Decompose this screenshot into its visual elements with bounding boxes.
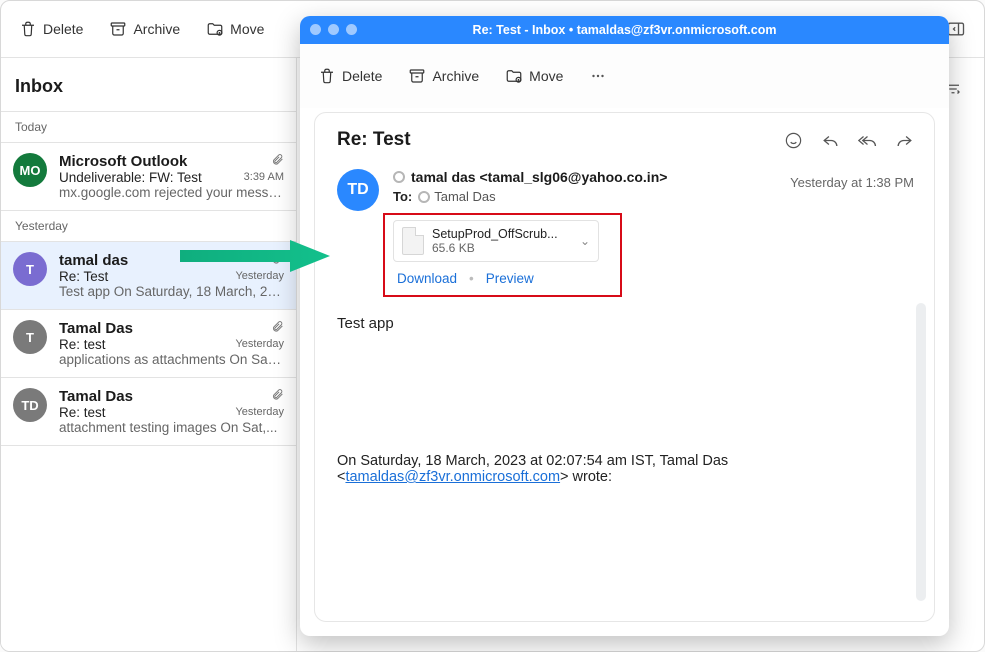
message-row[interactable]: TD Tamal Das Re: test attachment testing… [1, 378, 296, 446]
chevron-down-icon[interactable]: ⌄ [580, 234, 590, 248]
label: Delete [43, 21, 83, 37]
trash-icon [19, 20, 37, 38]
message-toolbar: Delete Archive Move [300, 44, 949, 108]
forward-icon[interactable] [895, 131, 914, 150]
presence-icon [418, 191, 430, 203]
timestamp: 3:39 AM [244, 171, 284, 183]
attachment-icon [235, 320, 284, 336]
separator: • [469, 271, 474, 286]
message-list: Inbox Today MO Microsoft Outlook Undeliv… [1, 58, 297, 652]
timestamp: Yesterday [235, 270, 284, 282]
message-row[interactable]: T Tamal Das Re: test applications as att… [1, 310, 296, 378]
move-button[interactable]: Move [505, 67, 563, 85]
file-icon [402, 227, 424, 255]
section-header-yesterday: Yesterday [1, 211, 296, 242]
preview-link[interactable]: Preview [486, 271, 534, 286]
reply-all-icon[interactable] [858, 131, 877, 150]
window-controls[interactable] [310, 24, 357, 35]
message-content: Re: Test TD tama [314, 112, 935, 622]
annotation-callout: SetupProd_OffScrub... 65.6 KB ⌄ Download… [383, 213, 622, 297]
archive-icon [109, 20, 127, 38]
move-button[interactable]: Move [206, 20, 264, 38]
window-titlebar[interactable]: Re: Test - Inbox • tamaldas@zf3vr.onmicr… [300, 16, 949, 44]
avatar: T [13, 320, 47, 354]
preview-text: Test app On Saturday, 18 March, 20... [59, 284, 282, 299]
message-window: Re: Test - Inbox • tamaldas@zf3vr.onmicr… [300, 16, 949, 636]
preview-text: applications as attachments On Sat,... [59, 352, 282, 367]
label: Archive [133, 21, 180, 37]
message-row[interactable]: MO Microsoft Outlook Undeliverable: FW: … [1, 143, 296, 211]
message-header: Re: Test [337, 129, 914, 151]
timestamp: Yesterday [235, 338, 284, 350]
move-folder-icon [505, 67, 523, 85]
label: Delete [342, 68, 382, 84]
message-body: Test app [337, 313, 856, 336]
avatar: MO [13, 153, 47, 187]
label: Move [529, 68, 563, 84]
avatar: TD [337, 169, 379, 211]
minimize-dot[interactable] [328, 24, 339, 35]
archive-button[interactable]: Archive [408, 67, 479, 85]
folder-title: Inbox [1, 58, 296, 112]
preview-text: attachment testing images On Sat,... [59, 420, 282, 435]
preview-text: mx.google.com rejected your messa... [59, 185, 282, 200]
reply-icon[interactable] [821, 131, 840, 150]
scrollbar[interactable] [916, 303, 926, 601]
attachment-name: SetupProd_OffScrub... [432, 227, 572, 241]
to-contact-chip[interactable]: Tamal Das [418, 189, 495, 204]
quoted-header: On Saturday, 18 March, 2023 at 02:07:54 … [337, 453, 856, 485]
sender-display: tamal das <tamal_slg06@yahoo.co.in> [411, 169, 667, 185]
archive-button[interactable]: Archive [109, 20, 180, 38]
close-dot[interactable] [310, 24, 321, 35]
attachment-icon [235, 388, 284, 404]
attachment-icon [235, 252, 284, 268]
trash-icon [318, 67, 336, 85]
more-icon[interactable] [589, 67, 607, 85]
attachment-icon [244, 153, 284, 169]
message-row[interactable]: T tamal das Re: Test Test app On Saturda… [1, 242, 296, 310]
panel-toggle-icon[interactable] [946, 19, 966, 39]
timestamp: Yesterday [235, 406, 284, 418]
delete-button[interactable]: Delete [318, 67, 382, 85]
zoom-dot[interactable] [346, 24, 357, 35]
section-header-today: Today [1, 112, 296, 143]
download-link[interactable]: Download [397, 271, 457, 286]
react-icon[interactable] [784, 131, 803, 150]
quote-text-after: > wrote: [560, 469, 612, 485]
quoted-email-link[interactable]: tamaldas@zf3vr.onmicrosoft.com [345, 469, 560, 485]
to-name: Tamal Das [434, 189, 495, 204]
presence-icon [393, 171, 405, 183]
label: Archive [432, 68, 479, 84]
attachment-size: 65.6 KB [432, 241, 572, 255]
attachment-card[interactable]: SetupProd_OffScrub... 65.6 KB ⌄ [393, 220, 599, 262]
avatar: T [13, 252, 47, 286]
avatar: TD [13, 388, 47, 422]
to-label: To: [393, 189, 412, 204]
message-subject: Re: Test [337, 129, 411, 151]
archive-icon [408, 67, 426, 85]
received-time: Yesterday at 1:38 PM [790, 175, 914, 190]
delete-button[interactable]: Delete [19, 20, 83, 38]
window-title: Re: Test - Inbox • tamaldas@zf3vr.onmicr… [473, 23, 777, 37]
move-folder-icon [206, 20, 224, 38]
label: Move [230, 21, 264, 37]
